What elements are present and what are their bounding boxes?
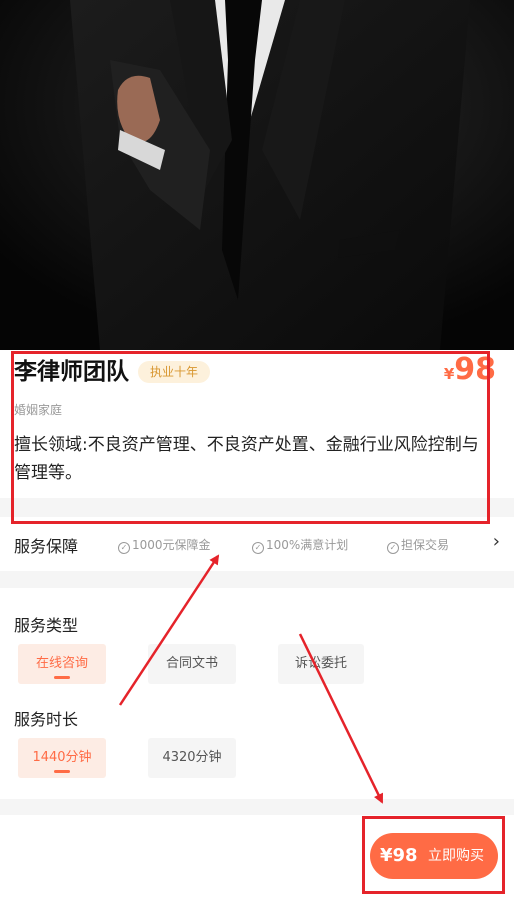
option-online-consult[interactable]: 在线咨询 bbox=[18, 644, 106, 684]
chevron-right-icon[interactable]: › bbox=[493, 531, 500, 552]
guarantee-item-escrow: ✓ 担保交易 bbox=[387, 536, 449, 554]
service-options: 服务类型 在线咨询 合同文书 诉讼委托 服务时长 1440分钟 4320分钟 bbox=[0, 588, 514, 799]
option-4320-minutes[interactable]: 4320分钟 bbox=[148, 738, 236, 778]
check-circle-icon: ✓ bbox=[387, 542, 399, 554]
lawyer-photo bbox=[0, 0, 514, 350]
check-circle-icon: ✓ bbox=[252, 542, 264, 554]
service-type-label: 服务类型 bbox=[14, 616, 79, 635]
suit-illustration bbox=[0, 0, 514, 350]
guarantee-item-satisfaction: ✓ 100%满意计划 bbox=[252, 536, 348, 554]
guarantee-label: 服务保障 bbox=[14, 537, 79, 556]
guarantee-row[interactable]: 服务保障 ✓ 1000元保障金 ✓ 100%满意计划 ✓ 担保交易 › bbox=[0, 517, 514, 571]
option-contract-document[interactable]: 合同文书 bbox=[148, 644, 236, 684]
annotation-box-buy bbox=[362, 816, 505, 894]
option-litigation[interactable]: 诉讼委托 bbox=[278, 644, 364, 684]
option-1440-minutes[interactable]: 1440分钟 bbox=[18, 738, 106, 778]
guarantee-item-deposit: ✓ 1000元保障金 bbox=[118, 536, 211, 554]
service-duration-label: 服务时长 bbox=[14, 710, 79, 729]
annotation-box-info bbox=[11, 351, 490, 524]
check-circle-icon: ✓ bbox=[118, 542, 130, 554]
